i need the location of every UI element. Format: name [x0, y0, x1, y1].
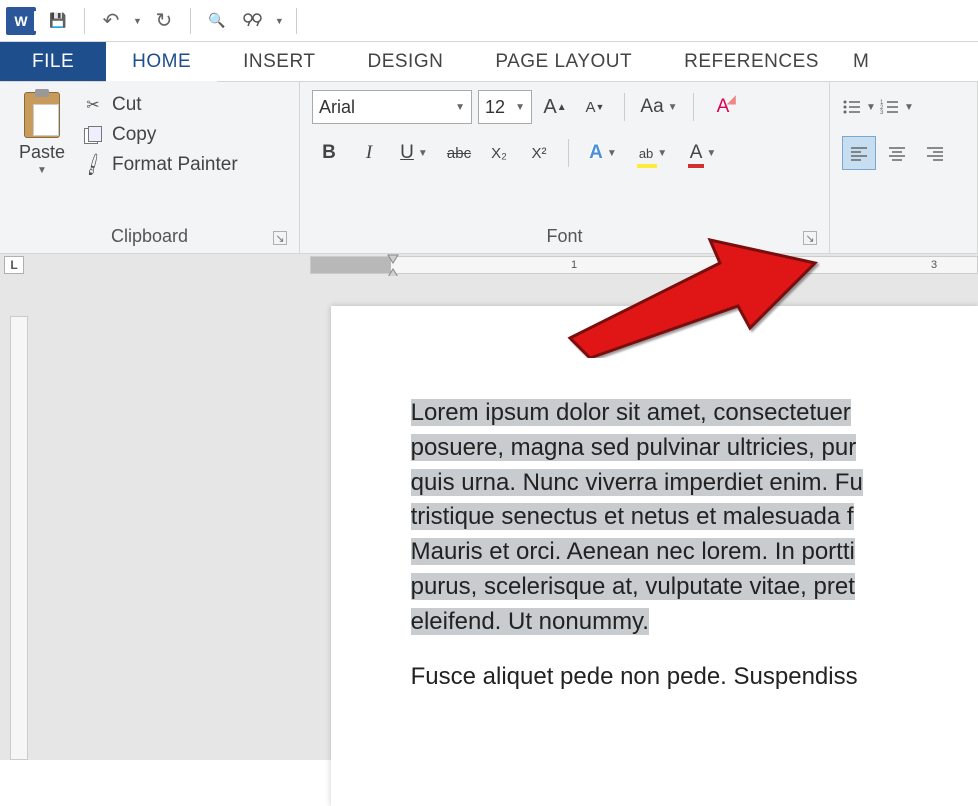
ribbon: Paste ▼ Cut Copy Format Painter Clipbo: [0, 82, 978, 254]
tab-design[interactable]: DESIGN: [341, 42, 469, 81]
format-painter-button[interactable]: Format Painter: [82, 154, 238, 176]
selected-text[interactable]: Lorem ipsum dolor sit amet, consectetuer…: [411, 399, 863, 635]
align-left-button[interactable]: [842, 136, 876, 170]
grow-font-button[interactable]: A▲: [538, 90, 572, 124]
clipboard-launcher[interactable]: ↘: [273, 231, 287, 245]
group-font: Arial▼ 12▼ A▲ A▼ Aa ▼ A◢ B I U ▼ abc X₂ …: [300, 82, 830, 253]
tab-more[interactable]: M: [845, 42, 877, 81]
brush-icon: [82, 155, 104, 175]
separator: [296, 8, 297, 34]
font-name-select[interactable]: Arial▼: [312, 90, 472, 124]
ruler-strip[interactable]: 1 2 3: [310, 256, 978, 274]
cut-button[interactable]: Cut: [82, 94, 238, 116]
clear-formatting-button[interactable]: A◢: [706, 90, 740, 124]
tab-stop-selector[interactable]: L: [4, 256, 24, 274]
find-button[interactable]: [239, 7, 267, 35]
numbering-button[interactable]: 123 ▼: [880, 90, 914, 124]
shrink-font-button[interactable]: A▼: [578, 90, 612, 124]
redo-button[interactable]: ↻: [150, 7, 178, 35]
save-button[interactable]: 💾: [44, 7, 72, 35]
ruler-horizontal: L 1 2 3: [0, 254, 978, 276]
copy-button[interactable]: Copy: [82, 124, 238, 146]
ruler-vertical: [0, 276, 37, 760]
paste-dropdown-icon[interactable]: ▼: [37, 165, 47, 176]
copy-label: Copy: [112, 124, 156, 146]
change-case-button[interactable]: Aa ▼: [637, 90, 681, 124]
document-page[interactable]: Lorem ipsum dolor sit amet, consectetuer…: [331, 306, 978, 806]
group-paragraph: ▼ 123 ▼: [830, 82, 978, 253]
quick-access-toolbar: W 💾 ↶ ▼ ↻ 🔍 ▼: [0, 0, 978, 42]
paragraph-group-label: [842, 241, 965, 249]
subscript-button[interactable]: X₂: [482, 136, 516, 170]
strikethrough-button[interactable]: abc: [442, 136, 476, 170]
italic-button[interactable]: I: [352, 136, 386, 170]
paste-label: Paste: [19, 142, 65, 163]
tab-page-layout[interactable]: PAGE LAYOUT: [469, 42, 658, 81]
copy-icon: [82, 125, 104, 145]
font-group-label: Font ↘: [312, 220, 817, 249]
indent-marker[interactable]: [387, 254, 399, 278]
document-workspace: Lorem ipsum dolor sit amet, consectetuer…: [0, 276, 978, 760]
tab-references[interactable]: REFERENCES: [658, 42, 845, 81]
ribbon-tabs: FILE HOME INSERT DESIGN PAGE LAYOUT REFE…: [0, 42, 978, 82]
undo-button[interactable]: ↶: [97, 7, 125, 35]
separator: [190, 8, 191, 34]
highlight-button[interactable]: ab ▼: [631, 136, 675, 170]
bold-button[interactable]: B: [312, 136, 346, 170]
superscript-button[interactable]: X²: [522, 136, 556, 170]
tab-insert[interactable]: INSERT: [217, 42, 341, 81]
font-launcher[interactable]: ↘: [803, 231, 817, 245]
body-text[interactable]: Fusce aliquet pede non pede. Suspendiss: [411, 660, 978, 695]
word-app-icon: W: [6, 7, 36, 35]
bullets-button[interactable]: ▼: [842, 90, 876, 124]
align-right-button[interactable]: [918, 136, 952, 170]
tab-home[interactable]: HOME: [106, 42, 217, 81]
text-effects-button[interactable]: A ▼: [581, 136, 625, 170]
separator: [84, 8, 85, 34]
format-painter-label: Format Painter: [112, 154, 238, 176]
print-preview-button[interactable]: 🔍: [203, 7, 231, 35]
scissors-icon: [82, 95, 104, 115]
paste-button[interactable]: Paste ▼: [12, 90, 72, 176]
group-clipboard: Paste ▼ Cut Copy Format Painter Clipbo: [0, 82, 300, 253]
underline-button[interactable]: U ▼: [392, 136, 436, 170]
align-center-button[interactable]: [880, 136, 914, 170]
font-color-button[interactable]: A ▼: [681, 136, 725, 170]
paste-icon: [21, 90, 63, 140]
clipboard-group-label: Clipboard ↘: [12, 220, 287, 249]
svg-text:3: 3: [880, 110, 884, 115]
cut-label: Cut: [112, 94, 142, 116]
font-size-select[interactable]: 12▼: [478, 90, 532, 124]
tab-file[interactable]: FILE: [0, 42, 106, 81]
